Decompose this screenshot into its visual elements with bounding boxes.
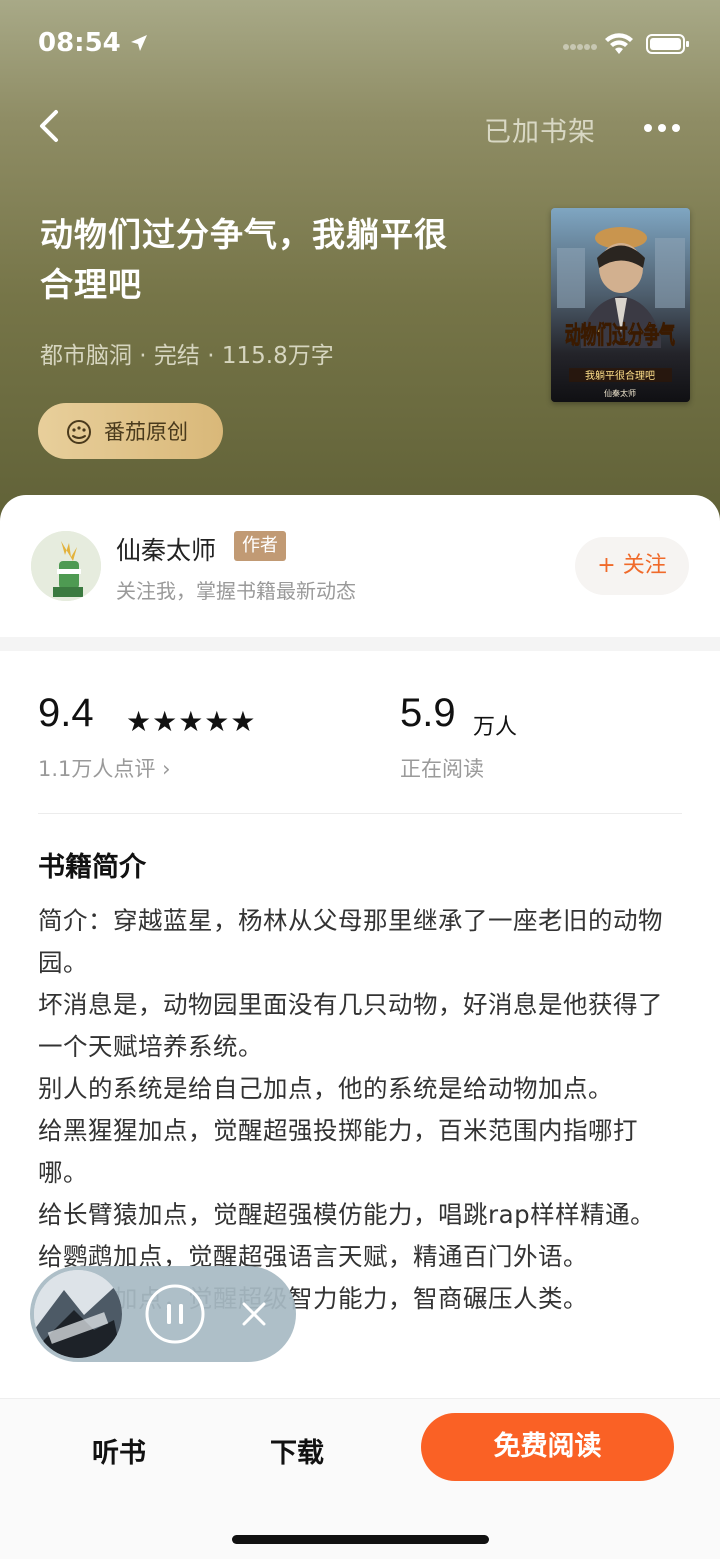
home-indicator[interactable]: [232, 1535, 489, 1544]
download-button[interactable]: 下载: [270, 1431, 324, 1470]
book-title: 动物们过分争气，我躺平很合理吧: [40, 215, 448, 304]
divider: [38, 813, 682, 814]
book-stats: 9.4 ★★★★★ 1.1万人点评 › 5.9 万人 正在阅读: [0, 651, 720, 813]
mini-audio-player[interactable]: [30, 1266, 296, 1362]
follow-button[interactable]: + 关注: [575, 537, 689, 595]
book-cover[interactable]: 动物们过分争气 我躺平很合理吧 仙秦太师: [551, 208, 690, 402]
back-button[interactable]: [30, 100, 74, 152]
section-divider: [0, 637, 720, 651]
intro-text[interactable]: 简介：穿越蓝星，杨林从父母那里继承了一座老旧的动物园。 坏消息是，动物园里面没有…: [38, 900, 684, 1320]
battery-icon: [646, 34, 689, 54]
bottom-action-bar: 听书 下载 免费阅读: [0, 1398, 720, 1559]
author-row[interactable]: 仙秦太师 作者 关注我，掌握书籍最新动态 + 关注: [0, 495, 720, 637]
intro-paragraph: 给黑猩猩加点，觉醒超强投掷能力，百米范围内指哪打哪。: [38, 1116, 638, 1187]
intro-paragraph: 坏消息是，动物园里面没有几只动物，好消息是他获得了一个天赋培养系统。: [38, 990, 663, 1061]
readers-unit: 万人: [473, 715, 518, 740]
book-header: 08:54 已加书架 动物们过分争气，我躺平很合理吧 都市脑洞 · 完结 · 1…: [0, 0, 720, 540]
original-badge[interactable]: 番茄原创: [38, 403, 223, 459]
rating-stars: ★★★★★: [126, 705, 257, 738]
badge-label: 番茄原创: [104, 420, 188, 444]
close-icon[interactable]: [236, 1296, 272, 1332]
book-meta: 都市脑洞 · 完结 · 115.8万字: [40, 343, 334, 369]
avatar[interactable]: [31, 531, 101, 601]
listen-button[interactable]: 听书: [92, 1431, 146, 1470]
status-bar: 08:54: [0, 0, 720, 90]
wifi-icon: [605, 33, 633, 54]
intro-paragraph: 别人的系统是给自己加点，他的系统是给动物加点。: [38, 1074, 613, 1103]
more-options-icon[interactable]: [638, 108, 686, 148]
location-arrow-icon: [131, 35, 147, 51]
added-to-shelf-status[interactable]: 已加书架: [484, 110, 596, 149]
player-cover-image[interactable]: [34, 1270, 122, 1358]
cover-title-text: 动物们过分争气: [565, 321, 675, 349]
signal-icon: [563, 44, 597, 50]
rating-value: 9.4: [38, 691, 94, 735]
readers-label: 正在阅读: [400, 757, 484, 781]
intro-heading: 书籍简介: [38, 852, 146, 883]
author-tag: 作者: [234, 531, 286, 561]
free-read-button[interactable]: 免费阅读: [421, 1413, 674, 1481]
intro-paragraph: 给长臂猿加点，觉醒超强模仿能力，唱跳rap样样精通。: [38, 1200, 656, 1229]
cover-author-text: 仙秦太师: [604, 388, 636, 398]
tomato-icon: [67, 420, 91, 444]
cover-subtitle-text: 我躺平很合理吧: [585, 369, 655, 382]
status-time: 08:54: [38, 28, 121, 58]
author-description: 关注我，掌握书籍最新动态: [116, 579, 356, 603]
intro-paragraph: 简介：穿越蓝星，杨林从父母那里继承了一座老旧的动物园。: [38, 906, 663, 977]
player-cover-art-icon: [34, 1270, 122, 1358]
readers-value: 5.9: [400, 691, 456, 735]
author-name[interactable]: 仙秦太师: [116, 531, 216, 567]
pause-button[interactable]: [144, 1283, 206, 1345]
review-count-link[interactable]: 1.1万人点评 ›: [38, 753, 170, 783]
author-avatar-icon: [31, 531, 101, 601]
